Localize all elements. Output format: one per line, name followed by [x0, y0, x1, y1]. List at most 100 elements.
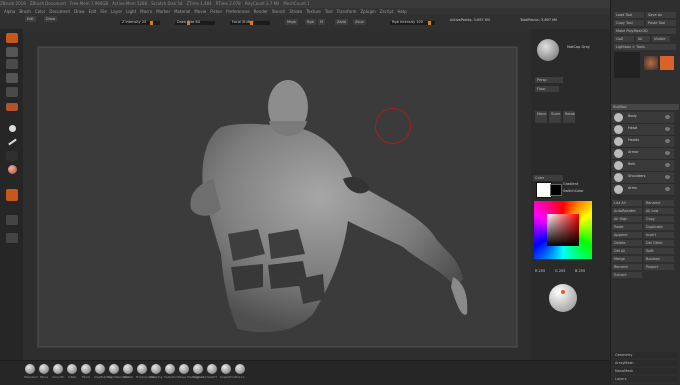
menu-item-light[interactable]: Light — [126, 9, 136, 14]
brush-hpolish[interactable]: hPolish — [122, 364, 134, 379]
draw-icon[interactable] — [6, 87, 18, 97]
eye-icon[interactable] — [665, 127, 670, 131]
eye-icon[interactable] — [665, 151, 670, 155]
goz-button[interactable]: GoZ — [614, 36, 634, 42]
edit-button[interactable]: Edit — [25, 16, 36, 22]
rotate-view-button[interactable]: Rotate — [563, 111, 575, 123]
subtool-action-button[interactable]: Duplicate — [644, 224, 674, 230]
focal-shift-slider[interactable]: Focal Shift 0 — [230, 20, 270, 25]
menu-item-stroke[interactable]: Stroke — [289, 9, 302, 14]
floor-icon[interactable] — [6, 233, 18, 243]
menu-item-render[interactable]: Render — [254, 9, 268, 14]
menu-item-file[interactable]: File — [100, 9, 107, 14]
eye-icon[interactable] — [665, 115, 670, 119]
bpr-icon[interactable] — [6, 189, 18, 201]
lightbox-tools-button[interactable]: Lightbox > Tools — [614, 44, 676, 50]
matcap-preview[interactable] — [537, 39, 559, 61]
save-as-button[interactable]: Save As — [646, 12, 676, 18]
tool-thumb-2[interactable] — [644, 56, 658, 70]
rgb-button[interactable]: Rgb — [305, 19, 316, 25]
menu-item-edit[interactable]: Edit — [89, 9, 97, 14]
aahalf-icon[interactable] — [6, 215, 18, 225]
r-value[interactable]: R 255 — [535, 269, 545, 273]
eye-icon[interactable] — [665, 175, 670, 179]
menu-item-alpha[interactable]: Alpha — [4, 9, 15, 14]
subtool-action-button[interactable]: Extract — [612, 272, 642, 278]
subtool-action-button[interactable]: Merge — [612, 256, 642, 262]
move-view-button[interactable]: Move — [535, 111, 547, 123]
quick-sketch-icon[interactable] — [6, 59, 18, 69]
projection-master-icon[interactable] — [6, 33, 18, 43]
brush-damstandard[interactable]: DamStandard — [108, 364, 129, 379]
zsub-button[interactable]: Zsub — [353, 19, 366, 25]
menu-item-document[interactable]: Document — [49, 9, 70, 14]
visible-button[interactable]: Visible — [652, 36, 670, 42]
tool-subpalette-arraymesh[interactable]: ArrayMesh — [613, 360, 677, 366]
menu-item-stencil[interactable]: Stencil — [272, 9, 286, 14]
menu-item-texture[interactable]: Texture — [306, 9, 321, 14]
color-section[interactable]: Color — [533, 175, 563, 181]
persp-button[interactable]: Persp — [535, 77, 563, 83]
subtool-item[interactable]: Belt — [612, 160, 674, 172]
tool-subpalette-layers[interactable]: Layers — [613, 376, 677, 382]
tool-subpalette-nanomesh[interactable]: NanoMesh — [613, 368, 677, 374]
stroke-icon[interactable] — [6, 137, 18, 147]
b-value[interactable]: B 255 — [575, 269, 585, 273]
menu-item-layer[interactable]: Layer — [111, 9, 122, 14]
material-icon[interactable] — [6, 165, 18, 175]
brush-clipcurve[interactable]: ClipCurve — [192, 364, 207, 379]
tool-thumb-3[interactable] — [660, 56, 674, 70]
brush-move-topological[interactable]: Move Topological — [178, 364, 204, 379]
brush-trimdynamic[interactable]: TrimDynamic — [136, 364, 156, 379]
menu-item-draw[interactable]: Draw — [74, 9, 84, 14]
mrgb-button[interactable]: Mrgb — [285, 19, 298, 25]
menu-item-zscript[interactable]: Zscript — [380, 9, 394, 14]
subtool-action-button[interactable]: Paste — [612, 224, 642, 230]
menu-item-marker[interactable]: Marker — [156, 9, 170, 14]
subtool-action-button[interactable]: Insert — [644, 232, 674, 238]
subtool-item[interactable]: Hands — [612, 136, 674, 148]
subtool-action-button[interactable]: Remesh — [612, 264, 642, 270]
menu-item-preferences[interactable]: Preferences — [226, 9, 250, 14]
brush-claybuildup[interactable]: ClayBuildup — [94, 364, 112, 379]
subtool-action-button[interactable]: All Low — [644, 208, 674, 214]
subtool-action-button[interactable]: Del All — [612, 248, 642, 254]
subtool-item[interactable]: Body — [612, 112, 674, 124]
standard-brush-icon[interactable] — [6, 123, 18, 133]
brush-snakehook[interactable]: SnakeHook — [220, 364, 237, 379]
current-tool-thumb[interactable] — [614, 52, 640, 78]
subtool-header[interactable]: SubTool — [611, 104, 679, 110]
edit-icon[interactable] — [6, 73, 18, 83]
brush-standard[interactable]: Standard — [24, 364, 38, 379]
subtool-item[interactable]: Armor — [612, 148, 674, 160]
paste-tool-button[interactable]: Paste Tool — [646, 20, 676, 26]
brush-selection[interactable]: Selection — [164, 364, 178, 379]
menu-item-tool[interactable]: Tool — [325, 9, 333, 14]
draw-button[interactable]: Draw — [44, 16, 58, 22]
brush-move[interactable]: Move — [38, 364, 50, 379]
alpha-icon[interactable] — [6, 151, 18, 161]
subtool-action-button[interactable]: Rename — [644, 200, 674, 206]
brush-masking[interactable]: Masking — [150, 364, 162, 379]
menu-item-picker[interactable]: Picker — [210, 9, 222, 14]
subtool-action-button[interactable]: AutoReorder — [612, 208, 642, 214]
eye-icon[interactable] — [665, 187, 670, 191]
copy-tool-button[interactable]: Copy Tool — [614, 20, 644, 26]
g-value[interactable]: G 255 — [555, 269, 566, 273]
subtool-action-button[interactable]: Delete — [612, 240, 642, 246]
eye-icon[interactable] — [665, 139, 670, 143]
load-tool-button[interactable]: Load Tool — [614, 12, 644, 18]
z-intensity-slider[interactable]: Z Intensity 25 — [120, 20, 160, 25]
all-button[interactable]: All — [636, 36, 650, 42]
subtool-action-button[interactable]: All High — [612, 216, 642, 222]
draw-size-slider[interactable]: Draw Size 64 — [175, 20, 215, 25]
scale-view-button[interactable]: Scale — [549, 111, 561, 123]
make-polymesh-button[interactable]: Make PolyMesh3D — [614, 28, 676, 34]
menu-item-material[interactable]: Material — [174, 9, 190, 14]
lightbox-icon[interactable] — [6, 47, 18, 57]
subtool-action-button[interactable]: Split — [644, 248, 674, 254]
subtool-action-button[interactable]: List All — [612, 200, 642, 206]
menu-item-color[interactable]: Color — [35, 9, 45, 14]
brush-curve[interactable]: Curve — [234, 364, 246, 379]
tool-subpalette-geometry[interactable]: Geometry — [613, 352, 677, 358]
